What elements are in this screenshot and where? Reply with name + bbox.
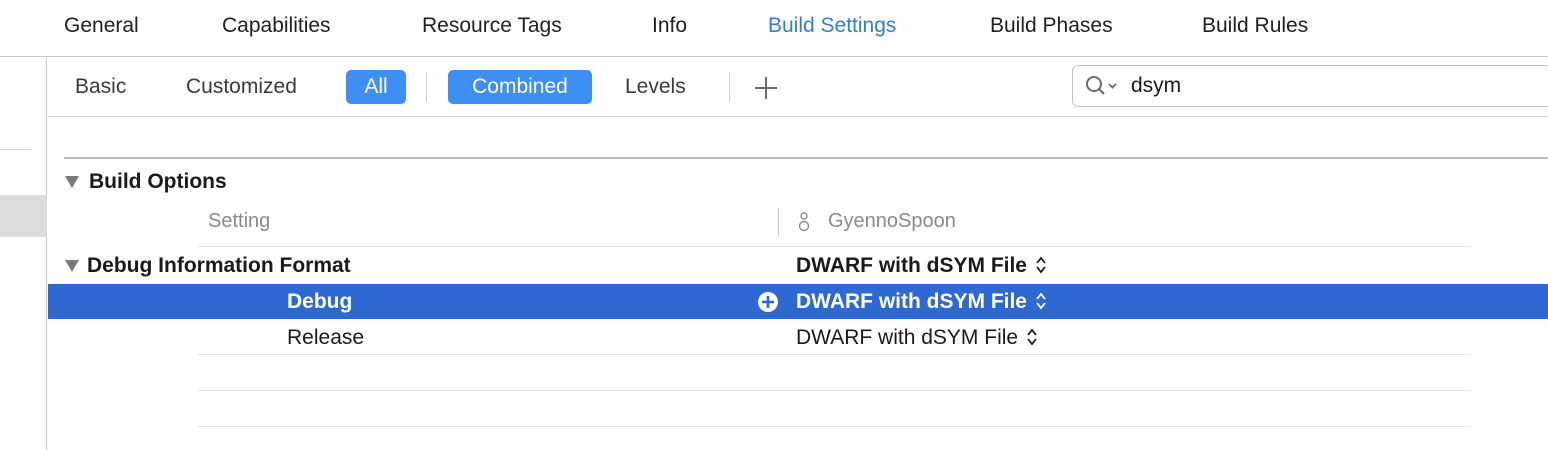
row-divider <box>198 354 1470 355</box>
row-divider <box>198 390 1470 391</box>
row-divider <box>198 426 1470 427</box>
filter-all-button[interactable]: All <box>346 70 406 104</box>
tab-build-rules[interactable]: Build Rules <box>1202 14 1308 38</box>
column-separator <box>778 208 779 236</box>
config-value-debug[interactable]: DWARF with dSYM File <box>796 290 1047 314</box>
column-header-setting[interactable]: Setting <box>208 210 270 233</box>
tab-resource-tags[interactable]: Resource Tags <box>422 14 562 38</box>
section-title-build-options: Build Options <box>89 170 227 193</box>
sidebar-divider <box>0 149 31 150</box>
setting-value-debug-information-format[interactable]: DWARF with dSYM File <box>796 254 1047 278</box>
setting-name-debug-information-format[interactable]: Debug Information Format <box>87 254 351 278</box>
config-name-debug[interactable]: Debug <box>287 290 352 314</box>
filter-divider <box>729 72 730 102</box>
config-value-release[interactable]: DWARF with dSYM File <box>796 326 1038 350</box>
config-name-release[interactable]: Release <box>287 326 364 350</box>
section-divider <box>64 157 1548 159</box>
filter-divider <box>426 72 427 102</box>
tab-build-phases[interactable]: Build Phases <box>990 14 1113 38</box>
navigator-sidebar <box>0 58 47 450</box>
view-combined-button[interactable]: Combined <box>448 70 592 104</box>
setting-value-text: DWARF with dSYM File <box>796 290 1027 313</box>
tab-build-settings[interactable]: Build Settings <box>768 14 896 38</box>
search-field[interactable] <box>1072 65 1548 107</box>
tab-general[interactable]: General <box>64 14 139 38</box>
filter-customized-button[interactable]: Customized <box>186 70 297 104</box>
disclosure-triangle-icon[interactable] <box>64 175 80 189</box>
disclosure-triangle-icon[interactable] <box>64 259 80 273</box>
setting-value-text: DWARF with dSYM File <box>796 254 1027 277</box>
stepper-icon[interactable] <box>1026 327 1038 347</box>
filter-bar: Basic Customized All Combined Levels <box>48 58 1548 117</box>
tab-bar: General Capabilities Resource Tags Info … <box>0 0 1548 57</box>
tab-info[interactable]: Info <box>652 14 687 38</box>
target-icon <box>798 212 810 232</box>
setting-value-text: DWARF with dSYM File <box>796 326 1019 349</box>
filter-basic-button[interactable]: Basic <box>75 70 126 104</box>
search-input[interactable] <box>1131 71 1531 101</box>
search-icon[interactable] <box>1085 75 1119 97</box>
stepper-icon[interactable] <box>1035 291 1047 311</box>
view-levels-button[interactable]: Levels <box>625 70 686 104</box>
plus-icon[interactable] <box>752 74 780 102</box>
add-condition-icon[interactable] <box>757 291 779 313</box>
sidebar-selected-item[interactable] <box>0 195 47 237</box>
stepper-icon[interactable] <box>1035 255 1047 275</box>
row-divider <box>198 246 1470 247</box>
column-header-target[interactable]: GyennoSpoon <box>828 210 956 233</box>
tab-capabilities[interactable]: Capabilities <box>222 14 331 38</box>
